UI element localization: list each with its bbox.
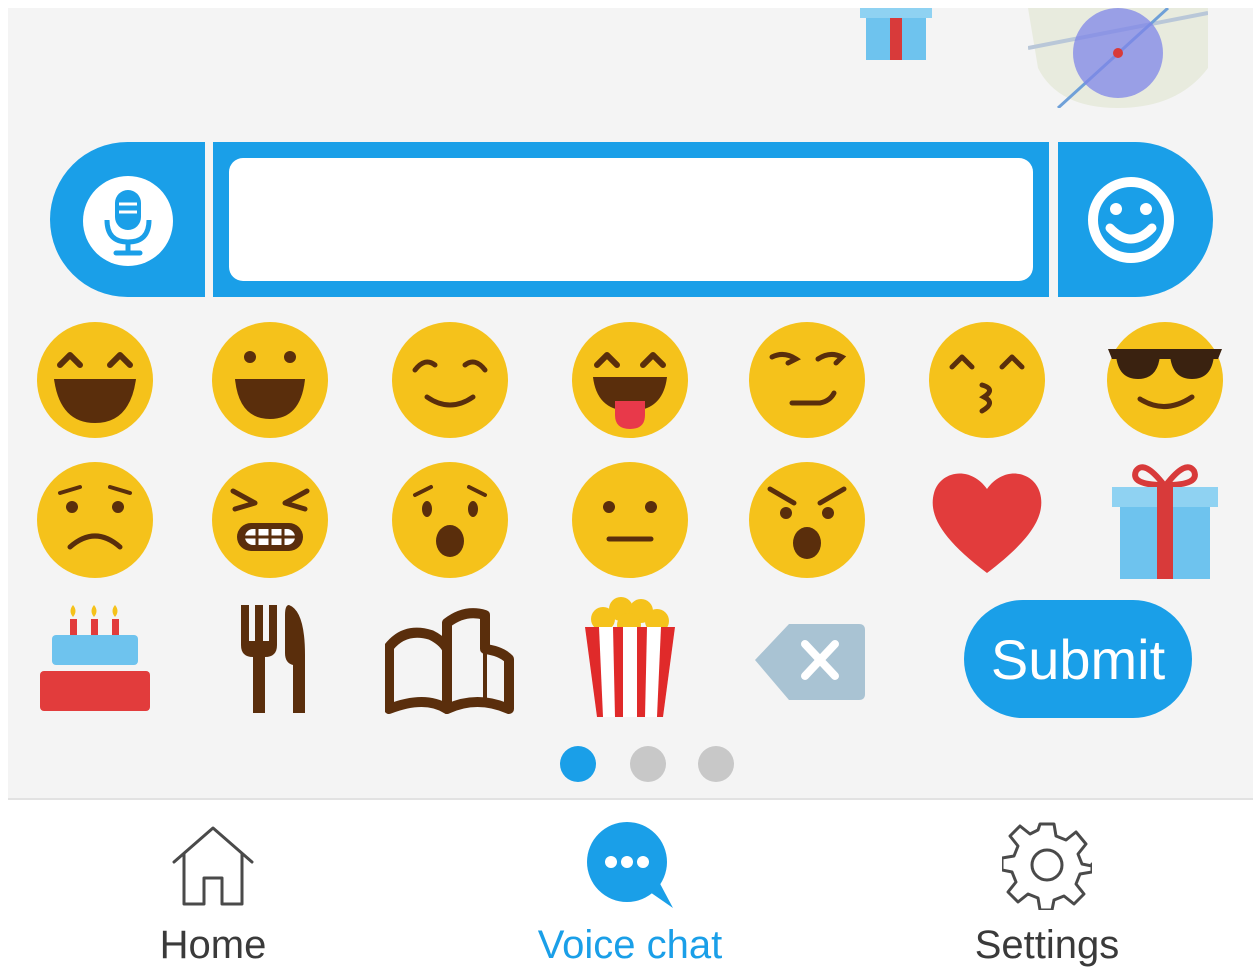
emoji-toggle-button[interactable] xyxy=(1058,142,1213,297)
page-dot-3[interactable] xyxy=(698,746,734,782)
emoji-content-smile[interactable] xyxy=(385,315,515,445)
nav-voice-chat[interactable]: Voice chat xyxy=(500,815,760,967)
emoji-grinning-squint[interactable] xyxy=(30,315,160,445)
smiley-icon xyxy=(1088,177,1174,263)
submit-button[interactable]: Submit xyxy=(964,600,1192,718)
chat-bubble-icon xyxy=(585,820,675,910)
gear-icon xyxy=(1000,820,1094,912)
gift-icon[interactable] xyxy=(1100,455,1230,585)
page-dot-2[interactable] xyxy=(630,746,666,782)
popcorn-icon[interactable] xyxy=(565,595,695,725)
open-book-icon[interactable] xyxy=(385,595,515,725)
nav-home[interactable]: Home xyxy=(83,815,343,967)
emoji-grimace[interactable] xyxy=(205,455,335,585)
emoji-sunglasses[interactable] xyxy=(1100,315,1230,445)
home-icon xyxy=(168,820,258,910)
nav-settings[interactable]: Settings xyxy=(917,815,1177,967)
partial-location-map-icon[interactable] xyxy=(1028,8,1208,108)
emoji-smirk[interactable] xyxy=(742,315,872,445)
emoji-tongue-out[interactable] xyxy=(565,315,695,445)
backspace-icon[interactable] xyxy=(745,600,875,730)
birthday-cake-icon[interactable] xyxy=(30,595,160,725)
page-indicator xyxy=(560,746,740,782)
page-dot-1[interactable] xyxy=(560,746,596,782)
nav-divider xyxy=(8,798,1253,800)
emoji-big-grin[interactable] xyxy=(205,315,335,445)
emoji-frown[interactable] xyxy=(30,455,160,585)
emoji-kissing[interactable] xyxy=(922,315,1052,445)
heart-icon[interactable] xyxy=(922,455,1052,585)
emoji-surprised[interactable] xyxy=(385,455,515,585)
mic-icon xyxy=(83,176,173,266)
emoji-neutral[interactable] xyxy=(565,455,695,585)
partial-gift-icon[interactable] xyxy=(860,8,932,64)
voice-input-button[interactable] xyxy=(50,142,205,297)
emoji-angry-shout[interactable] xyxy=(742,455,872,585)
message-input-frame xyxy=(213,142,1049,297)
nav-home-label: Home xyxy=(159,923,267,967)
nav-voice-chat-label: Voice chat xyxy=(537,923,723,967)
message-input[interactable] xyxy=(229,158,1033,281)
nav-settings-label: Settings xyxy=(974,923,1120,967)
fork-knife-icon[interactable] xyxy=(205,595,335,725)
